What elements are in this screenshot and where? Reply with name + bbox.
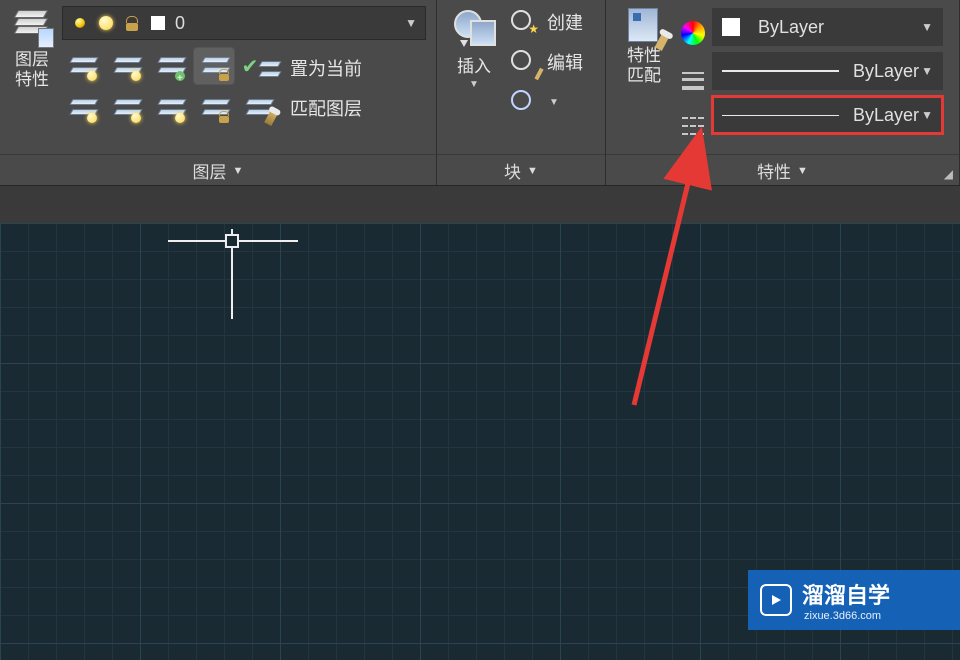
play-icon	[760, 584, 792, 616]
lineweight-preview	[722, 70, 839, 72]
ribbon: 图层 特性 0 ▼ ✔	[0, 0, 960, 185]
insert-block-button[interactable]: 插入 ▼	[443, 4, 505, 152]
linetype-dropdown[interactable]: ByLayer ▼	[712, 96, 943, 134]
panel-blocks: 插入 ▼ ★ 创建 编辑 ▼ 块▼	[437, 0, 606, 185]
sun-icon	[97, 14, 115, 32]
layer-on-button[interactable]	[62, 90, 102, 126]
watermark-url: zixue.3d66.com	[804, 610, 890, 622]
layer-properties-button[interactable]: 图层 特性	[6, 4, 58, 152]
tab-strip	[0, 185, 960, 224]
color-dropdown[interactable]: ByLayer ▼	[712, 8, 943, 46]
layer-dropdown[interactable]: 0 ▼	[62, 6, 426, 40]
match-layer-button[interactable]	[238, 90, 278, 126]
dialog-launcher-icon[interactable]: ◢	[944, 167, 953, 181]
match-layer-label: 匹配图层	[290, 89, 362, 129]
chevron-down-icon: ▼	[405, 16, 417, 30]
lineweight-dropdown-value: ByLayer	[853, 61, 919, 82]
layer-off-button[interactable]	[62, 48, 102, 84]
create-block-icon: ★	[511, 10, 537, 34]
chevron-down-icon: ▼	[921, 64, 933, 78]
panel-layers-title[interactable]: 图层▼	[0, 154, 436, 185]
make-current-label: 置为当前	[290, 49, 362, 89]
layer-freeze-button[interactable]	[106, 48, 146, 84]
layer-tools-grid: ✔	[62, 48, 282, 130]
match-properties-icon	[624, 6, 664, 46]
layer-properties-icon	[12, 6, 52, 46]
linetype-icon	[682, 117, 704, 135]
lineweight-icon	[682, 72, 704, 90]
chevron-down-icon: ▼	[233, 165, 244, 177]
block-attributes-button[interactable]: ▼	[511, 84, 583, 120]
insert-block-icon	[452, 6, 496, 46]
create-block-button[interactable]: ★ 创建	[511, 4, 583, 40]
watermark-brand: 溜溜自学	[802, 578, 890, 610]
chevron-down-icon: ▼	[921, 108, 933, 122]
chevron-down-icon: ▼	[921, 20, 933, 34]
chevron-down-icon: ▼	[797, 165, 808, 177]
chevron-down-icon: ▼	[469, 79, 479, 90]
bulb-icon	[71, 14, 89, 32]
match-properties-button[interactable]: 特性 匹配	[612, 4, 676, 152]
lineweight-dropdown[interactable]: ByLayer ▼	[712, 52, 943, 90]
panel-properties-title[interactable]: 特性▼	[606, 154, 959, 185]
panel-layers: 图层 特性 0 ▼ ✔	[0, 0, 437, 185]
chevron-down-icon: ▼	[549, 97, 559, 108]
layer-lock-button[interactable]	[194, 48, 234, 84]
color-wheel-icon	[681, 21, 705, 45]
linetype-dropdown-value: ByLayer	[853, 105, 919, 126]
chevron-down-icon: ▼	[527, 165, 538, 177]
match-properties-label: 特性 匹配	[627, 46, 661, 86]
color-dropdown-value: ByLayer	[758, 17, 824, 38]
block-attributes-icon	[511, 90, 537, 114]
color-swatch-icon	[722, 18, 740, 36]
layer-properties-label: 图层 特性	[15, 50, 49, 90]
panel-properties: 特性 匹配 ByLayer ▼ ByLayer ▼	[606, 0, 960, 185]
linetype-preview	[722, 115, 839, 116]
layer-isolate-button[interactable]	[150, 48, 190, 84]
color-swatch-icon	[149, 14, 167, 32]
lock-icon	[123, 14, 141, 32]
edit-block-button[interactable]: 编辑	[511, 44, 583, 80]
watermark: 溜溜自学 zixue.3d66.com	[748, 570, 960, 630]
layer-thaw-button[interactable]	[106, 90, 146, 126]
layer-unisolate-button[interactable]	[150, 90, 190, 126]
layer-unlock-button[interactable]	[194, 90, 234, 126]
edit-block-icon	[511, 50, 537, 74]
layer-dropdown-value: 0	[175, 13, 405, 34]
make-current-button[interactable]: ✔	[238, 48, 278, 84]
insert-block-label: 插入	[457, 52, 491, 77]
panel-blocks-title[interactable]: 块▼	[437, 154, 605, 185]
